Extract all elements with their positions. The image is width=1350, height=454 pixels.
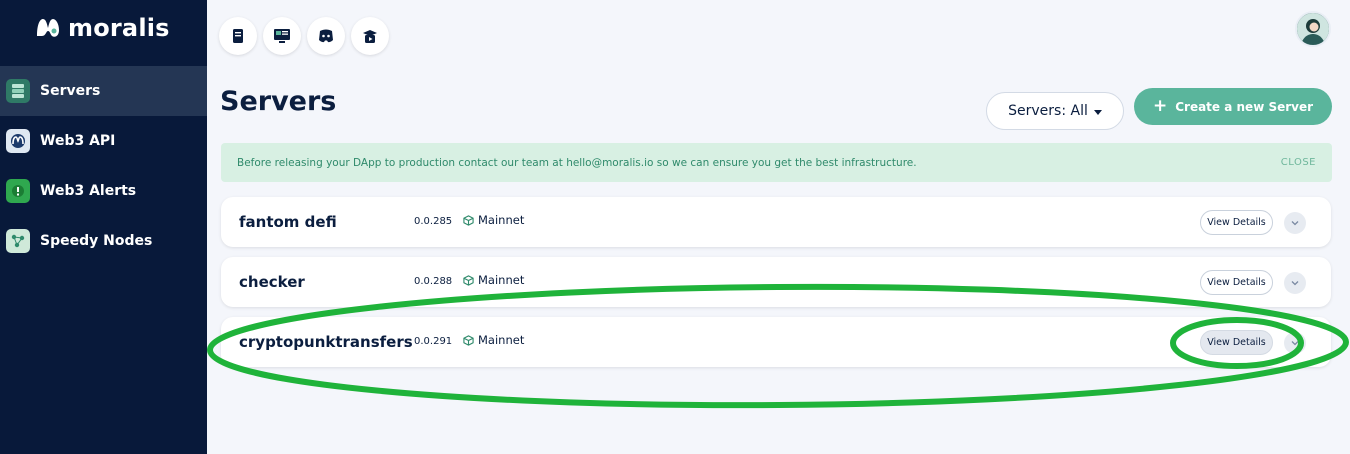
sidebar-item-speedy-nodes[interactable]: Speedy Nodes — [0, 216, 207, 266]
sidebar-item-label: Servers — [40, 83, 101, 99]
server-network: Mainnet — [463, 273, 524, 287]
server-name: fantom defi — [239, 213, 337, 231]
chevron-down-icon — [1291, 281, 1299, 286]
sidebar-item-label: Web3 Alerts — [40, 183, 137, 199]
view-details-button[interactable]: View Details — [1200, 330, 1273, 355]
server-row: cryptopunktransfers 0.0.291 Mainnet View… — [221, 317, 1331, 367]
server-network: Mainnet — [463, 333, 524, 347]
server-network: Mainnet — [463, 213, 524, 227]
network-label: Mainnet — [478, 333, 525, 347]
tutorials-monitor-icon — [274, 29, 290, 43]
server-version: 0.0.285 — [414, 216, 453, 227]
view-details-button[interactable]: View Details — [1200, 270, 1273, 295]
view-details-button[interactable]: View Details — [1200, 210, 1273, 235]
moralis-logo-icon — [37, 19, 59, 37]
brand-name: moralis — [68, 14, 170, 42]
production-alert: Before releasing your DApp to production… — [221, 143, 1332, 182]
sidebar-item-label: Web3 API — [40, 133, 116, 149]
page-title: Servers — [220, 86, 337, 117]
sidebar-item-servers[interactable]: Servers — [0, 66, 207, 116]
cube-icon — [463, 214, 474, 226]
alert-close-button[interactable]: CLOSE — [1281, 157, 1316, 168]
server-name: checker — [239, 273, 305, 291]
network-label: Mainnet — [478, 273, 525, 287]
youtube-academy-icon — [363, 30, 377, 43]
expand-row-button[interactable] — [1284, 332, 1306, 354]
speedy-nodes-icon — [6, 229, 30, 253]
server-name: cryptopunktransfers — [239, 333, 413, 351]
network-label: Mainnet — [478, 213, 525, 227]
discord-button[interactable] — [307, 17, 345, 55]
cube-icon — [463, 274, 474, 286]
filter-label: Servers: All — [1008, 103, 1088, 119]
chevron-down-icon — [1291, 341, 1299, 346]
create-server-button[interactable]: + Create a new Server — [1134, 88, 1332, 125]
chevron-down-icon — [1291, 221, 1299, 226]
sidebar: moralis Servers Web3 API Web3 Alerts Spe… — [0, 0, 207, 454]
server-version: 0.0.288 — [414, 276, 453, 287]
academy-button[interactable] — [351, 17, 389, 55]
docs-button[interactable] — [219, 17, 257, 55]
docs-book-icon — [233, 29, 243, 43]
servers-filter-dropdown[interactable]: Servers: All — [986, 92, 1124, 130]
sidebar-nav: Servers Web3 API Web3 Alerts Speedy Node… — [0, 66, 207, 266]
server-version: 0.0.291 — [414, 336, 453, 347]
plus-icon: + — [1152, 96, 1168, 116]
discord-icon — [319, 29, 333, 43]
cube-icon — [463, 334, 474, 346]
server-row: fantom defi 0.0.285 Mainnet View Details — [221, 197, 1331, 247]
user-avatar[interactable] — [1295, 11, 1331, 47]
create-server-label: Create a new Server — [1175, 99, 1314, 114]
web3-api-icon — [6, 129, 30, 153]
expand-row-button[interactable] — [1284, 212, 1306, 234]
sidebar-item-web3-alerts[interactable]: Web3 Alerts — [0, 166, 207, 216]
avatar-icon — [1297, 13, 1329, 45]
sidebar-item-web3-api[interactable]: Web3 API — [0, 116, 207, 166]
web3-alerts-icon — [6, 179, 30, 203]
caret-down-icon — [1093, 109, 1102, 115]
servers-icon — [6, 79, 30, 103]
moralis-logo[interactable]: moralis — [34, 14, 170, 42]
tutorials-button[interactable] — [263, 17, 301, 55]
sidebar-item-label: Speedy Nodes — [40, 233, 153, 249]
server-row: checker 0.0.288 Mainnet View Details — [221, 257, 1331, 307]
top-icon-bar — [219, 17, 389, 55]
alert-message: Before releasing your DApp to production… — [237, 156, 917, 169]
expand-row-button[interactable] — [1284, 272, 1306, 294]
